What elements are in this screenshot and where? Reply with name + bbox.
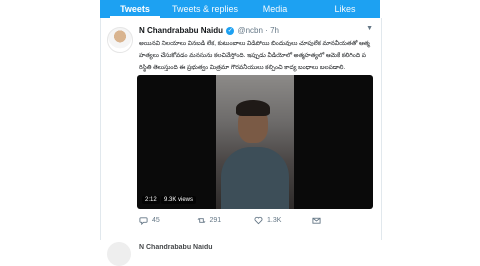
tweet-card[interactable]: N Chandrababu Naidu ✓ @ncbn · 7h ▼ అయినవ… [100, 18, 382, 266]
like-button[interactable]: 1.3K [254, 216, 312, 225]
author-handle[interactable]: @ncbn [237, 26, 262, 35]
tweet-text: అయినవి నిలయాలు వినబడి లేక, కుటుంబాలు విడ… [139, 41, 370, 71]
share-button[interactable] [311, 216, 370, 225]
retweet-icon [197, 218, 205, 223]
video-frame [216, 75, 294, 209]
video-views: 9.3K views [161, 196, 197, 204]
next-tweet-author[interactable]: N Chandrababu Naidu [139, 244, 213, 251]
person-torso [221, 147, 289, 209]
profile-tabs: Tweets Tweets & replies Media Likes [100, 0, 380, 18]
tweet-time[interactable]: · 7h [265, 26, 279, 35]
tab-tweets-replies[interactable]: Tweets & replies [170, 0, 240, 18]
tab-tweets[interactable]: Tweets [100, 0, 170, 18]
tweet-actions: 45 291 1.3K [139, 216, 369, 225]
mail-icon [311, 217, 321, 224]
next-tweet-avatar[interactable] [107, 242, 131, 266]
like-count: 1.3K [267, 217, 282, 224]
video-player[interactable]: 2:12 9.3K views [137, 75, 373, 209]
avatar[interactable] [107, 27, 133, 53]
video-duration: 2:12 [142, 196, 160, 204]
heart-icon [254, 216, 263, 225]
tweet-header: N Chandrababu Naidu ✓ @ncbn · 7h [139, 26, 279, 35]
chevron-down-icon[interactable]: ▼ [366, 25, 373, 32]
reply-icon [139, 217, 148, 225]
verified-icon: ✓ [226, 26, 235, 35]
retweet-count: 291 [209, 217, 222, 224]
author-name[interactable]: N Chandrababu Naidu [139, 26, 223, 35]
reply-button[interactable]: 45 [139, 216, 197, 225]
reply-count: 45 [152, 217, 160, 224]
right-margin [380, 0, 480, 240]
left-margin [0, 0, 100, 240]
tab-media[interactable]: Media [240, 0, 310, 18]
tab-likes[interactable]: Likes [310, 0, 380, 18]
retweet-button[interactable]: 291 [197, 216, 255, 225]
person-hair [236, 100, 270, 116]
